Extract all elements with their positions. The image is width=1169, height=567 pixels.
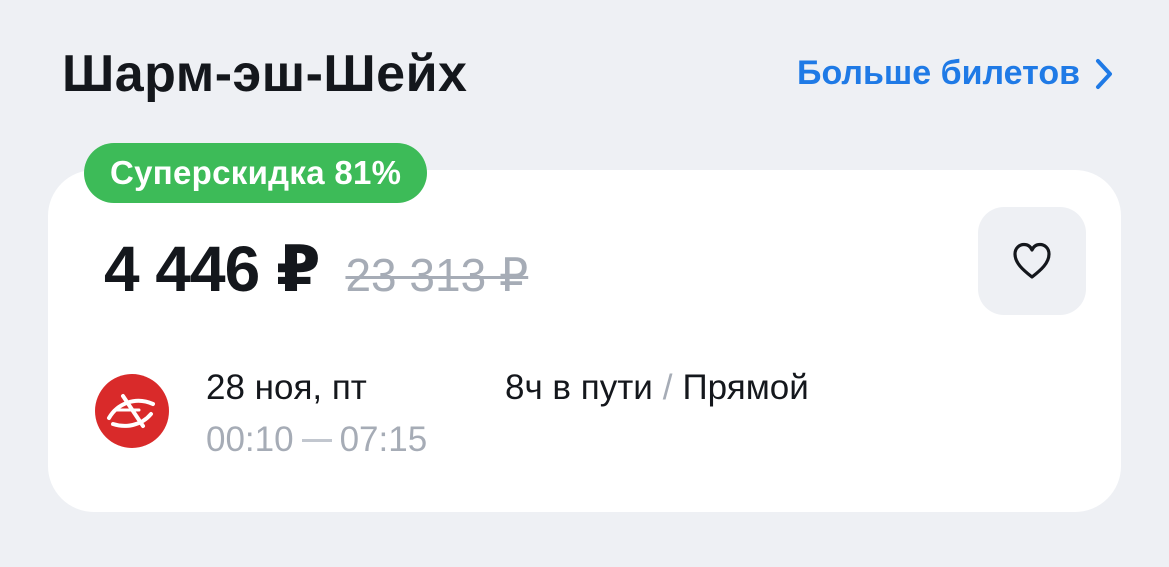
page-title: Шарм-эш-Шейх (62, 45, 468, 103)
header: Шарм-эш-Шейх Больше билетов (62, 38, 1122, 118)
arrival-time: 07:15 (339, 420, 428, 459)
flight-times: 00:10 07:15 (206, 420, 427, 460)
heart-icon (1013, 242, 1051, 279)
price-row: 4 446 ₽ 23 313 ₽ (104, 232, 528, 307)
time-dash (301, 438, 332, 442)
airline-logo (95, 374, 169, 448)
discount-badge: Суперскидка 81% (84, 143, 428, 203)
more-tickets-label: Больше билетов (797, 54, 1080, 92)
flight-info: 8ч в пути / Прямой (505, 368, 809, 408)
old-price: 23 313 ₽ (345, 249, 529, 301)
page: Шарм-эш-Шейх Больше билетов Суперскидка … (0, 0, 1169, 567)
current-price: 4 446 ₽ (104, 233, 320, 305)
more-tickets-link[interactable]: Больше билетов (797, 54, 1114, 93)
flight-date: 28 ноя, пт (206, 368, 367, 407)
departure-time: 00:10 (206, 420, 294, 459)
chevron-right-icon (1096, 58, 1112, 89)
separator: / (662, 368, 673, 407)
favorite-button[interactable] (978, 207, 1086, 315)
ticket-card[interactable] (48, 170, 1121, 512)
flight-duration: 8ч в пути (505, 368, 653, 407)
flight-type: Прямой (682, 368, 809, 407)
